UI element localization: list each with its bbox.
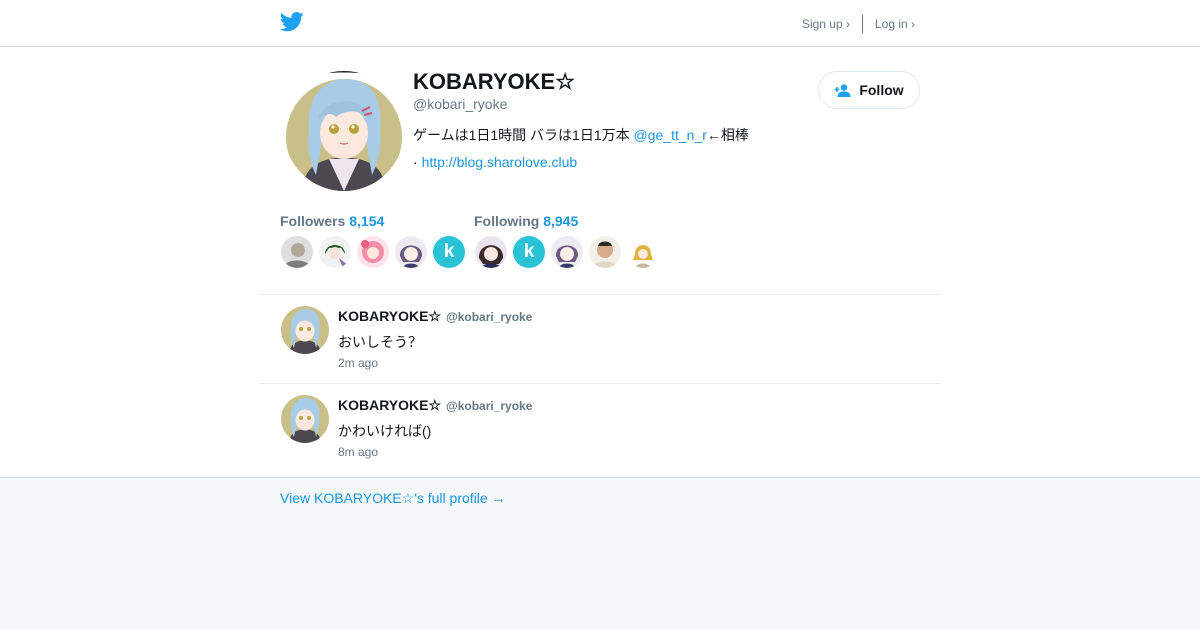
tweet-timestamp[interactable]: 8m ago bbox=[338, 445, 378, 459]
profile-avatar[interactable] bbox=[284, 71, 404, 191]
following-avatar[interactable] bbox=[551, 236, 583, 268]
signup-link[interactable]: Sign up › bbox=[802, 17, 850, 31]
following-stat[interactable]: Following 8,945 bbox=[474, 213, 578, 229]
login-link[interactable]: Log in › bbox=[875, 17, 915, 31]
follower-avatar-k[interactable]: k bbox=[433, 236, 465, 268]
tweet-avatar[interactable] bbox=[281, 395, 329, 443]
follower-avatar[interactable] bbox=[357, 236, 389, 268]
following-avatar[interactable] bbox=[475, 236, 507, 268]
following-avatar[interactable] bbox=[589, 236, 621, 268]
follower-avatar[interactable] bbox=[319, 236, 351, 268]
tweet-text: かわいければ() bbox=[338, 423, 432, 439]
following-avatar-k[interactable]: k bbox=[513, 236, 545, 268]
bio-text: ゲームは1日1時間 バラは1日1万本 bbox=[413, 127, 634, 143]
tweet-timestamp[interactable]: 2m ago bbox=[338, 356, 378, 370]
tweet-author-handle[interactable]: @kobari_ryoke bbox=[446, 399, 532, 413]
url-bullet: · bbox=[413, 154, 422, 170]
tweet-author-name[interactable]: KOBARYOKE☆ bbox=[338, 397, 441, 414]
tweet-item[interactable]: KOBARYOKE☆ @kobari_ryoke おいしそう？ 2m ago bbox=[260, 295, 940, 383]
nav-divider bbox=[861, 15, 863, 33]
profile-url-link[interactable]: http://blog.sharolove.club bbox=[422, 154, 578, 170]
tweet-author-name[interactable]: KOBARYOKE☆ bbox=[338, 308, 441, 325]
add-user-icon bbox=[834, 83, 851, 97]
following-label: Following bbox=[474, 213, 540, 229]
follow-label: Follow bbox=[859, 82, 904, 98]
view-full-profile-link[interactable]: View KOBARYOKE☆'s full profile → bbox=[280, 490, 506, 507]
profile-name: KOBARYOKE☆ bbox=[413, 69, 575, 94]
top-bar: Sign up › Log in › bbox=[0, 0, 1200, 47]
following-avatar[interactable] bbox=[627, 236, 659, 268]
followers-count: 8,154 bbox=[349, 213, 385, 229]
following-count: 8,945 bbox=[543, 213, 579, 229]
tweet-avatar[interactable] bbox=[281, 306, 329, 354]
tweet-text: おいしそう？ bbox=[338, 334, 422, 350]
followers-label: Followers bbox=[280, 213, 346, 229]
tweet-item[interactable]: KOBARYOKE☆ @kobari_ryoke かわいければ() 8m ago bbox=[260, 384, 940, 472]
auth-nav: Sign up › Log in › bbox=[802, 15, 915, 33]
bio-mention-link[interactable]: @ge_tt_n_r bbox=[634, 127, 707, 143]
profile-bio: ゲームは1日1時間 バラは1日1万本 @ge_tt_n_r←相棒 bbox=[413, 125, 749, 145]
followers-stat[interactable]: Followers 8,154 bbox=[280, 213, 384, 229]
follower-avatar[interactable] bbox=[281, 236, 313, 268]
profile-handle: @kobari_ryoke bbox=[413, 96, 508, 112]
tweet-author-handle[interactable]: @kobari_ryoke bbox=[446, 310, 532, 324]
twitter-bird-icon[interactable] bbox=[280, 11, 304, 33]
follower-avatar[interactable] bbox=[395, 236, 427, 268]
bio-suffix: ←相棒 bbox=[706, 127, 749, 143]
follow-button[interactable]: Follow bbox=[818, 71, 920, 109]
profile-url: · http://blog.sharolove.club bbox=[413, 154, 577, 170]
